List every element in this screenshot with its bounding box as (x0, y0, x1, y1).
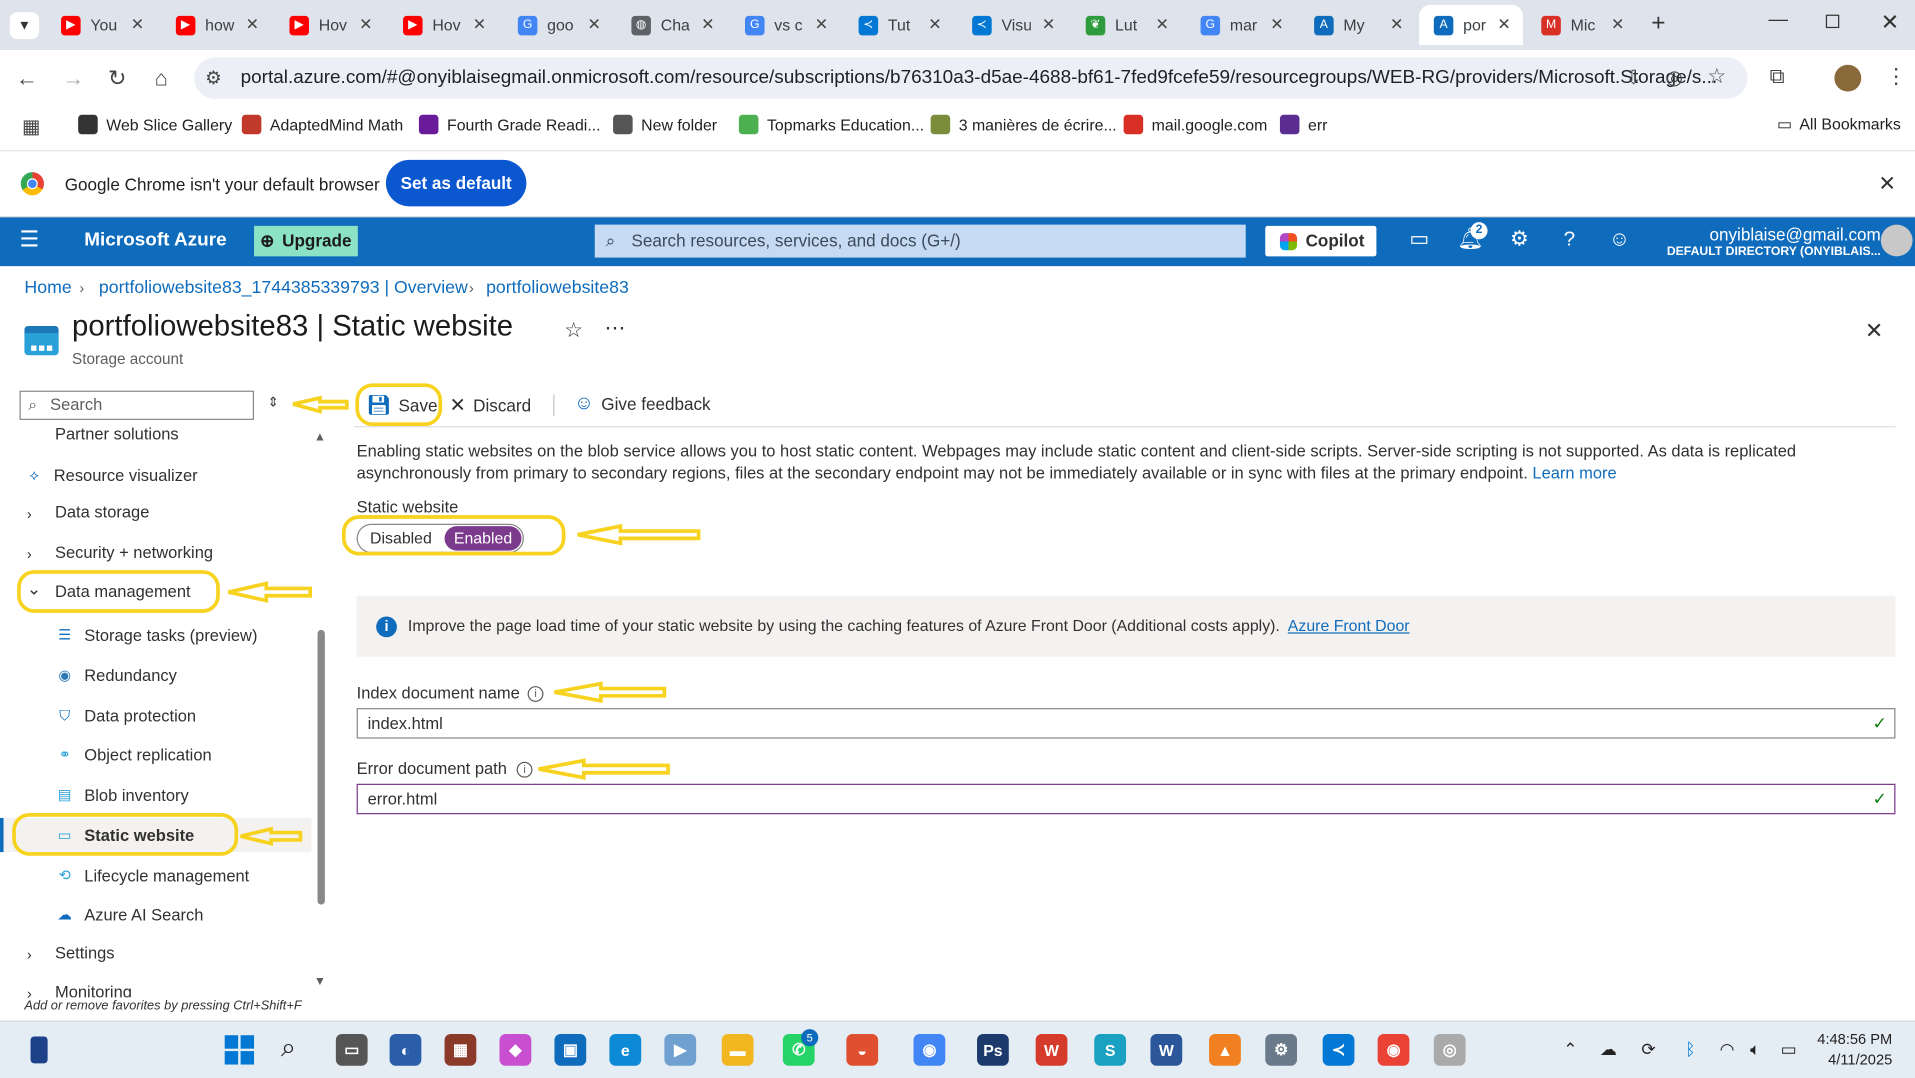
onedrive-icon[interactable]: ☁ (1600, 1039, 1617, 1060)
arrow-data-management (227, 581, 313, 603)
start-button-icon[interactable] (224, 1035, 255, 1065)
whatsapp-badge: 5 (801, 1029, 819, 1047)
volume-icon[interactable]: 🔈︎ (1750, 1039, 1760, 1060)
screenshot-root: ▼ ▶ You ✕ ▶ how ✕ ▶ Hov ✕ ▶ Hov ✕ Ggoo ✕ ◍ Cha ✕ Gvs c ✕ ≺ T… (0, 0, 1915, 1078)
app-icon-circle[interactable]: ◎ (1433, 1034, 1466, 1066)
store-app-icon[interactable]: ▣ (554, 1034, 587, 1066)
arrow-error (538, 758, 670, 780)
annotation-arrows (227, 395, 701, 846)
app-icon-blue[interactable]: ◐ (389, 1034, 422, 1066)
vlc-app-icon[interactable]: ▲ (1209, 1034, 1241, 1066)
app-icon-grid[interactable]: ▦ (444, 1034, 477, 1066)
taskbar-search-icon[interactable]: ⌕ (281, 1032, 296, 1064)
wifi-icon[interactable]: ◠ (1720, 1039, 1735, 1060)
show-hidden-icons[interactable]: ⌃ (1563, 1039, 1577, 1060)
clock-time: 4:48:56 PM (1817, 1030, 1893, 1048)
app-icon-ball[interactable]: ◒ (846, 1034, 879, 1066)
media-app-icon[interactable]: ▶ (664, 1034, 697, 1066)
bluetooth-icon[interactable]: ᛒ (1685, 1039, 1695, 1059)
arrow-toggle (577, 523, 701, 546)
nba-app-icon[interactable] (30, 1036, 48, 1064)
battery-icon[interactable]: ▭ (1781, 1039, 1797, 1060)
file-explorer-app-icon[interactable]: ▭ (335, 1034, 368, 1066)
word-app-icon[interactable]: W (1150, 1034, 1183, 1066)
chrome-app-icon[interactable]: ◉ (1377, 1034, 1410, 1066)
arrow-save (292, 395, 349, 414)
folder-app-icon[interactable]: ▬ (721, 1034, 754, 1066)
edge-app-icon[interactable]: e (609, 1034, 642, 1066)
arrow-static-website (240, 826, 303, 846)
photoshop-app-icon[interactable]: Ps (977, 1034, 1009, 1066)
settings-app-icon[interactable]: ⚙ (1265, 1034, 1298, 1066)
copilot-app-icon[interactable]: ◆ (499, 1034, 532, 1066)
vscode-app-icon[interactable]: ≺ (1322, 1034, 1355, 1066)
taskbar-clock[interactable]: 4:48:56 PM 4/11/2025 (1817, 1029, 1892, 1071)
wps-app-icon[interactable]: W (1035, 1034, 1068, 1066)
sync-icon[interactable]: ⟳ (1641, 1039, 1655, 1060)
chrome-app-icon[interactable]: ◉ (913, 1034, 946, 1066)
app-icon-s[interactable]: S (1094, 1034, 1127, 1066)
clock-date: 4/11/2025 (1828, 1051, 1893, 1069)
arrow-index (554, 681, 667, 703)
